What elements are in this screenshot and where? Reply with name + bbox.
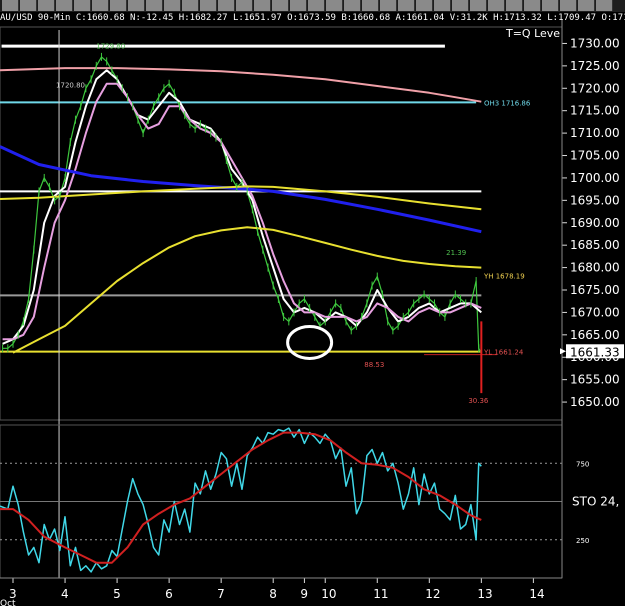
chart-canvas: OH3 1716.86 YH 1678.19 YL 1661.24 21.39 88.5… (0, 20, 624, 606)
price-axis-label: 1720.00 (570, 81, 620, 95)
date-axis-label: 8 (269, 587, 277, 601)
price-axis-label: 1705.00 (570, 149, 620, 163)
price-annotation-label: 21.39 (446, 249, 466, 257)
date-axis-label: 7 (217, 587, 225, 601)
series-stoch-d (0, 431, 482, 564)
price-axis-label: 1650.00 (570, 395, 620, 409)
price-axis-label: 1725.00 (570, 59, 620, 73)
price-axis-label: 1680.00 (570, 261, 620, 275)
price-axis-label: 1730.00 (570, 36, 620, 50)
date-axis-label: 13 (477, 587, 492, 601)
date-axis-label: 4 (61, 587, 69, 601)
date-axis-label: 14 (529, 587, 544, 601)
price-annotation-label: 88.53 (364, 361, 384, 369)
date-axis-label: 11 (373, 587, 388, 601)
price-axis-label: 1690.00 (570, 216, 620, 230)
price-annotation-label: YH 1678.19 (483, 273, 525, 281)
highlight-circle (286, 324, 334, 360)
price-axis-label: 1700.00 (570, 171, 620, 185)
stochastic-pane: 250 750 STO 24, (0, 424, 619, 579)
series-ma-yellow-curve (12, 226, 482, 354)
last-price-arrow (560, 348, 566, 355)
price-pane-title: T=Q Leve (505, 27, 560, 40)
date-axis-label: 10 (321, 587, 336, 601)
price-annotation-label: 30.36 (468, 397, 489, 405)
price-annotation-label: 1729.80 (96, 43, 125, 51)
stochastic-title: STO 24, (572, 495, 619, 509)
last-price-label: 1661.33 (570, 345, 620, 359)
price-annotation-label: 1720.80 (56, 82, 85, 90)
stoch-axis-label: 250 (576, 537, 589, 545)
price-axis-label: 1695.00 (570, 193, 620, 207)
price-axis-label: 1685.00 (570, 238, 620, 252)
price-annotation-label: OH3 1716.86 (484, 99, 531, 107)
price-axis-label: 1655.00 (570, 373, 620, 387)
date-axis-label: 6 (165, 587, 173, 601)
price-axis-label: 1715.00 (570, 104, 620, 118)
series-ma-fast (2, 69, 482, 345)
month-label: Oct (0, 599, 16, 606)
series-price (2, 56, 482, 354)
date-axis-label: 12 (425, 587, 440, 601)
price-axis-label: 1675.00 (570, 283, 620, 297)
price-axis-label: 1665.00 (570, 328, 620, 342)
stoch-axis-label: 750 (576, 460, 589, 468)
price-axis-label: 1710.00 (570, 126, 620, 140)
date-axis-label: 5 (113, 587, 121, 601)
date-axis-label: 9 (300, 587, 308, 601)
price-annotation-label: YL 1661.24 (483, 349, 524, 357)
price-axis-label: 1670.00 (570, 305, 620, 319)
